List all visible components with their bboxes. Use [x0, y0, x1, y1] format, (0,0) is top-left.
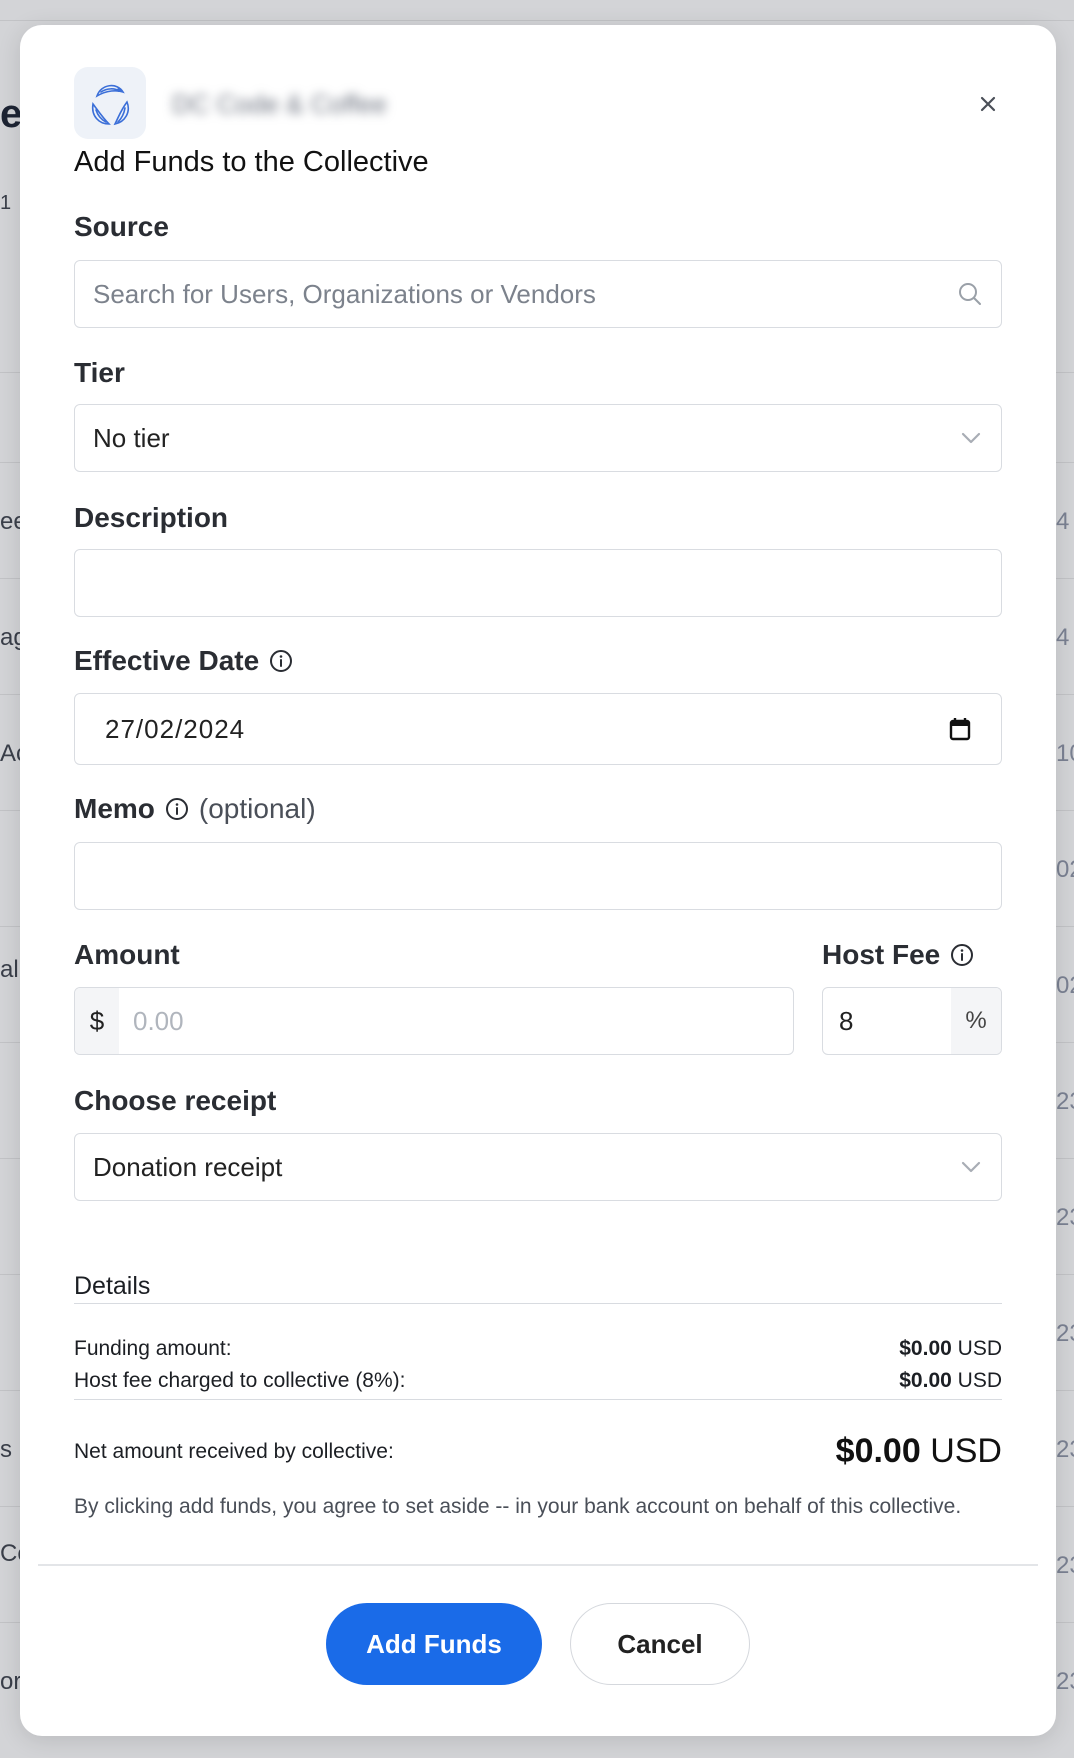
calendar-icon[interactable]: [949, 717, 971, 741]
background-text-fragment: 02: [1056, 856, 1074, 883]
source-label-text: Source: [74, 211, 169, 242]
memo-optional-text: (optional): [198, 793, 316, 824]
host-fee-charged-label: Host fee charged to collective (8%):: [74, 1369, 406, 1392]
details-divider: [74, 1303, 1002, 1304]
memo-label: Memo (optional): [74, 793, 316, 825]
host-fee-label-text: Host Fee: [822, 939, 941, 970]
effective-date-input[interactable]: 27/02/2024: [74, 693, 1002, 765]
description-label: Description: [74, 502, 228, 534]
receipt-select-value: Donation receipt: [93, 1151, 283, 1182]
info-icon[interactable]: [950, 943, 974, 967]
host-fee-label: Host Fee: [822, 939, 974, 971]
funding-amount-currency: USD: [957, 1337, 1002, 1360]
modal-title: Add Funds to the Collective: [74, 146, 429, 178]
close-icon: [980, 96, 996, 112]
details-title: Details: [74, 1272, 151, 1300]
amount-input-placeholder: 0.00: [133, 1005, 184, 1036]
details-divider: [74, 1399, 1002, 1400]
source-label: Source: [74, 211, 169, 243]
net-amount-label: Net amount received by collective:: [74, 1439, 394, 1463]
percent-suffix: %: [951, 988, 1001, 1054]
memo-input[interactable]: [74, 842, 1002, 910]
host-fee-charged-currency: USD: [957, 1369, 1002, 1392]
background-text-fragment: 23: [1056, 1436, 1074, 1463]
modal-header: DC Code & Coffee: [74, 67, 1002, 139]
host-fee-input[interactable]: 8 %: [822, 987, 1002, 1055]
info-icon[interactable]: [165, 797, 189, 821]
background-text-fragment: or: [0, 1668, 22, 1695]
memo-label-text: Memo: [74, 793, 155, 824]
background-text-fragment: al: [0, 956, 19, 983]
background-text-fragment: 10: [1056, 740, 1074, 767]
background-text-fragment: 23: [1056, 1088, 1074, 1115]
amount-label: Amount: [74, 939, 180, 971]
net-amount-total: $0.00 USD: [836, 1432, 1002, 1471]
background-text-fragment: 23: [1056, 1552, 1074, 1579]
background-text-fragment: 23: [1056, 1320, 1074, 1347]
source-search-input[interactable]: Search for Users, Organizations or Vendo…: [74, 260, 1002, 328]
cancel-button[interactable]: Cancel: [570, 1603, 750, 1685]
collective-avatar: [74, 67, 146, 139]
background-text-fragment: s: [0, 1436, 12, 1463]
chevron-down-icon: [959, 426, 983, 450]
host-fee-charged-value: $0.00: [899, 1369, 952, 1392]
tier-label-text: Tier: [74, 357, 125, 388]
background-text-fragment: 23: [1056, 1204, 1074, 1231]
receipt-label: Choose receipt: [74, 1085, 276, 1117]
description-input[interactable]: [74, 549, 1002, 617]
host-fee-charged-total: $0.00 USD: [899, 1369, 1002, 1393]
close-button[interactable]: [971, 87, 1005, 121]
background-text-fragment: 02: [1056, 972, 1074, 999]
tier-select[interactable]: No tier: [74, 404, 1002, 472]
collective-logo-icon: [91, 84, 130, 126]
host-fee-row: Host fee charged to collective (8%): $0.…: [74, 1369, 1002, 1393]
amount-label-text: Amount: [74, 939, 180, 970]
background-divider: [0, 20, 1074, 21]
search-icon: [957, 281, 983, 307]
effective-date-label: Effective Date: [74, 645, 293, 677]
disclaimer-text: By clicking add funds, you agree to set …: [74, 1495, 962, 1518]
net-amount-currency: USD: [930, 1432, 1002, 1470]
chevron-down-icon: [959, 1155, 983, 1179]
receipt-select[interactable]: Donation receipt: [74, 1133, 1002, 1201]
effective-date-label-text: Effective Date: [74, 645, 260, 676]
collective-name: DC Code & Coffee: [172, 89, 387, 119]
background-text-fragment: 4: [1056, 508, 1070, 535]
currency-prefix: $: [75, 988, 119, 1054]
tier-select-value: No tier: [93, 422, 170, 453]
amount-input[interactable]: $ 0.00: [74, 987, 794, 1055]
footer-divider: [38, 1564, 1038, 1566]
source-search-placeholder: Search for Users, Organizations or Vendo…: [93, 278, 596, 309]
funding-amount-label: Funding amount:: [74, 1337, 232, 1360]
background-text-fragment: 1: [0, 192, 12, 214]
net-amount-value: $0.00: [835, 1432, 921, 1470]
background-text-fragment: 4: [1056, 624, 1070, 651]
funding-amount-row: Funding amount: $0.00 USD: [74, 1337, 1002, 1361]
tier-label: Tier: [74, 357, 125, 389]
effective-date-value: 27/02/2024: [105, 713, 246, 744]
add-funds-modal: DC Code & Coffee Add Funds to the Collec…: [20, 25, 1056, 1736]
info-icon[interactable]: [269, 649, 293, 673]
host-fee-value: 8: [839, 1005, 854, 1036]
add-funds-button[interactable]: Add Funds: [326, 1603, 542, 1685]
background-text-fragment: 23: [1056, 1668, 1074, 1695]
funding-amount-value: $0.00: [899, 1337, 952, 1360]
receipt-label-text: Choose receipt: [74, 1085, 277, 1116]
funding-amount-total: $0.00 USD: [899, 1337, 1002, 1361]
net-amount-row: Net amount received by collective: $0.00…: [74, 1432, 1002, 1471]
description-label-text: Description: [74, 502, 229, 533]
